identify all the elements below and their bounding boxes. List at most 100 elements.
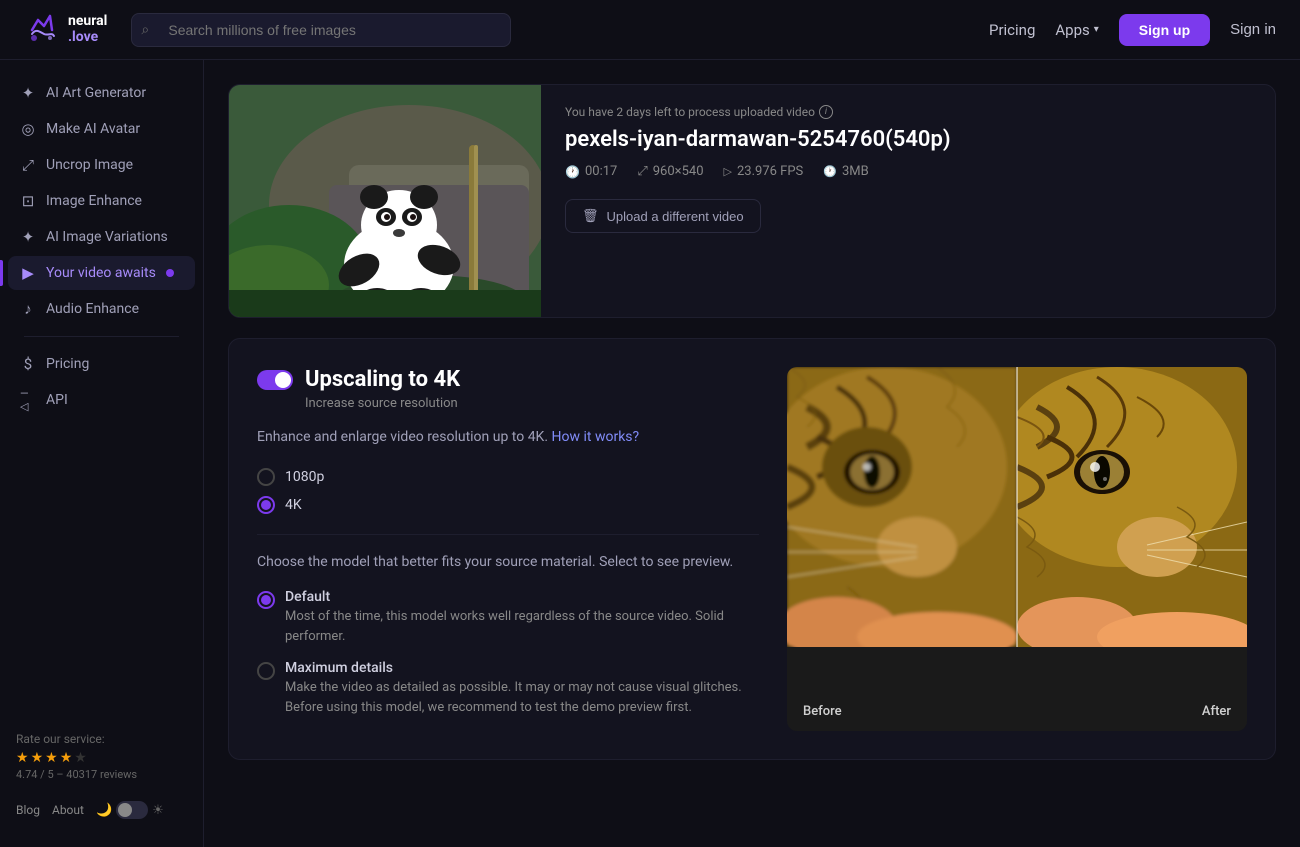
sidebar-label: AI Image Variations: [46, 229, 168, 245]
video-card: You have 2 days left to process uploaded…: [228, 84, 1276, 318]
search-input[interactable]: [131, 13, 511, 47]
sidebar: ✦ AI Art Generator ◎ Make AI Avatar ⤢ Un…: [0, 60, 204, 847]
model-default[interactable]: Default Most of the time, this model wor…: [257, 589, 759, 646]
model-maximum-details[interactable]: Maximum details Make the video as detail…: [257, 660, 759, 717]
resolution-radio-group: 1080p 4K: [257, 468, 759, 514]
theme-toggle[interactable]: [116, 801, 148, 819]
uncrop-icon: ⤢: [20, 157, 36, 173]
dollar-icon: $: [20, 356, 36, 372]
divider: [257, 534, 759, 535]
upload-different-button[interactable]: 🗑 Upload a different video: [565, 199, 761, 233]
stars: ★ ★ ★ ★ ★: [16, 750, 187, 766]
resolution-icon: ⤢: [637, 164, 647, 179]
video-notice: You have 2 days left to process uploaded…: [565, 105, 1251, 119]
sidebar-item-make-ai-avatar[interactable]: ◎ Make AI Avatar: [8, 112, 195, 146]
description-text: Enhance and enlarge video resolution up …: [257, 429, 548, 445]
upscale-toggle[interactable]: [257, 370, 293, 390]
radio-1080p[interactable]: 1080p: [257, 468, 759, 486]
sidebar-item-image-enhance[interactable]: ⊡ Image Enhance: [8, 184, 195, 218]
content: You have 2 days left to process uploaded…: [204, 60, 1300, 847]
sidebar-item-ai-image-variations[interactable]: ✦ AI Image Variations: [8, 220, 195, 254]
sidebar-label: AI Art Generator: [46, 85, 146, 101]
sidebar-item-ai-art-generator[interactable]: ✦ AI Art Generator: [8, 76, 195, 110]
model-default-label: Default: [285, 589, 759, 605]
signin-button[interactable]: Sign in: [1230, 21, 1276, 38]
sidebar-item-uncrop-image[interactable]: ⤢ Uncrop Image: [8, 148, 195, 182]
preview-image: Before After: [787, 367, 1247, 731]
fps-icon: ▷: [724, 165, 732, 178]
sidebar-item-your-video-awaits[interactable]: ▶ Your video awaits: [8, 256, 195, 290]
radio-circle-1080p: [257, 468, 275, 486]
apps-button[interactable]: Apps ▾: [1055, 21, 1098, 39]
sidebar-label: API: [46, 392, 68, 408]
sidebar-footer: Blog About 🌙 ☀: [16, 789, 187, 831]
clock-icon: 🕐: [565, 165, 580, 179]
header-right: Pricing Apps ▾ Sign up Sign in: [989, 14, 1276, 46]
video-title: pexels-iyan-darmawan-5254760(540p): [565, 127, 1251, 152]
radio-label-1080p: 1080p: [285, 469, 324, 485]
sidebar-divider: [24, 336, 179, 337]
upscale-card: Upscaling to 4K Increase source resoluti…: [228, 338, 1276, 760]
active-dot: [166, 269, 174, 277]
variations-icon: ✦: [20, 229, 36, 245]
rate-score: 4.74 / 5 – 40317 reviews: [16, 768, 187, 781]
upload-btn-label: Upload a different video: [607, 209, 744, 224]
choose-model-text: Choose the model that better fits your s…: [257, 551, 759, 573]
audio-icon: ♪: [20, 301, 36, 317]
star-4: ★: [60, 750, 73, 766]
model-default-text: Default Most of the time, this model wor…: [285, 589, 759, 646]
upscale-header: Upscaling to 4K: [257, 367, 759, 392]
sidebar-item-api[interactable]: —◁ API: [8, 383, 195, 417]
theme-toggle-wrap: 🌙 ☀: [96, 801, 164, 819]
enhance-icon: ⊡: [20, 193, 36, 209]
sparkle-icon: ✦: [20, 85, 36, 101]
star-1: ★: [16, 750, 29, 766]
radio-circle-default: [257, 591, 275, 609]
sun-icon: ☀: [152, 803, 164, 818]
sidebar-nav: ✦ AI Art Generator ◎ Make AI Avatar ⤢ Un…: [0, 76, 203, 724]
pricing-link[interactable]: Pricing: [989, 21, 1035, 39]
video-meta: 🕐 00:17 ⤢ 960×540 ▷ 23.976 FPS 🕐 3MB: [565, 164, 1251, 179]
star-3: ★: [45, 750, 58, 766]
upscale-left: Upscaling to 4K Increase source resoluti…: [257, 367, 759, 731]
model-max-radio-wrap: [257, 660, 275, 717]
before-label: Before: [803, 704, 842, 719]
preview-container: Before After: [787, 367, 1247, 731]
radio-4k[interactable]: 4K: [257, 496, 759, 514]
size-value: 3MB: [842, 164, 869, 179]
logo[interactable]: neural.love: [24, 12, 107, 48]
sidebar-item-pricing[interactable]: $ Pricing: [8, 347, 195, 381]
after-label: After: [1202, 704, 1231, 719]
chevron-down-icon: ▾: [1094, 24, 1099, 35]
radio-circle-max: [257, 662, 275, 680]
size-icon: 🕐: [823, 165, 837, 178]
radio-circle-4k: [257, 496, 275, 514]
meta-size: 🕐 3MB: [823, 164, 868, 179]
sidebar-item-audio-enhance[interactable]: ♪ Audio Enhance: [8, 292, 195, 326]
meta-duration: 🕐 00:17: [565, 164, 617, 179]
main-layout: ✦ AI Art Generator ◎ Make AI Avatar ⤢ Un…: [0, 60, 1300, 847]
meta-resolution: ⤢ 960×540: [637, 164, 703, 179]
how-it-works-link[interactable]: How it works?: [552, 429, 640, 445]
model-default-description: Most of the time, this model works well …: [285, 607, 759, 646]
moon-icon: 🌙: [96, 803, 112, 818]
sidebar-label: Audio Enhance: [46, 301, 139, 317]
play-icon: ▶: [20, 265, 36, 281]
upscale-title: Upscaling to 4K: [305, 367, 460, 392]
upscale-subtitle: Increase source resolution: [305, 396, 759, 411]
model-default-radio-wrap: [257, 589, 275, 646]
model-max-label: Maximum details: [285, 660, 759, 676]
upscale-description: Enhance and enlarge video resolution up …: [257, 427, 759, 448]
search-bar: ⌕: [131, 13, 511, 47]
blog-link[interactable]: Blog: [16, 803, 40, 817]
rate-label: Rate our service:: [16, 732, 187, 746]
rate-section: Rate our service: ★ ★ ★ ★ ★ 4.74 / 5 – 4…: [16, 724, 187, 789]
sidebar-label: Pricing: [46, 356, 89, 372]
radio-label-4k: 4K: [285, 497, 302, 513]
sidebar-bottom: Rate our service: ★ ★ ★ ★ ★ 4.74 / 5 – 4…: [0, 724, 203, 831]
signup-button[interactable]: Sign up: [1119, 14, 1210, 46]
header: neural.love ⌕ Pricing Apps ▾ Sign up Sig…: [0, 0, 1300, 60]
about-link[interactable]: About: [52, 803, 84, 817]
search-icon: ⌕: [141, 22, 149, 38]
video-thumbnail: [229, 85, 541, 317]
